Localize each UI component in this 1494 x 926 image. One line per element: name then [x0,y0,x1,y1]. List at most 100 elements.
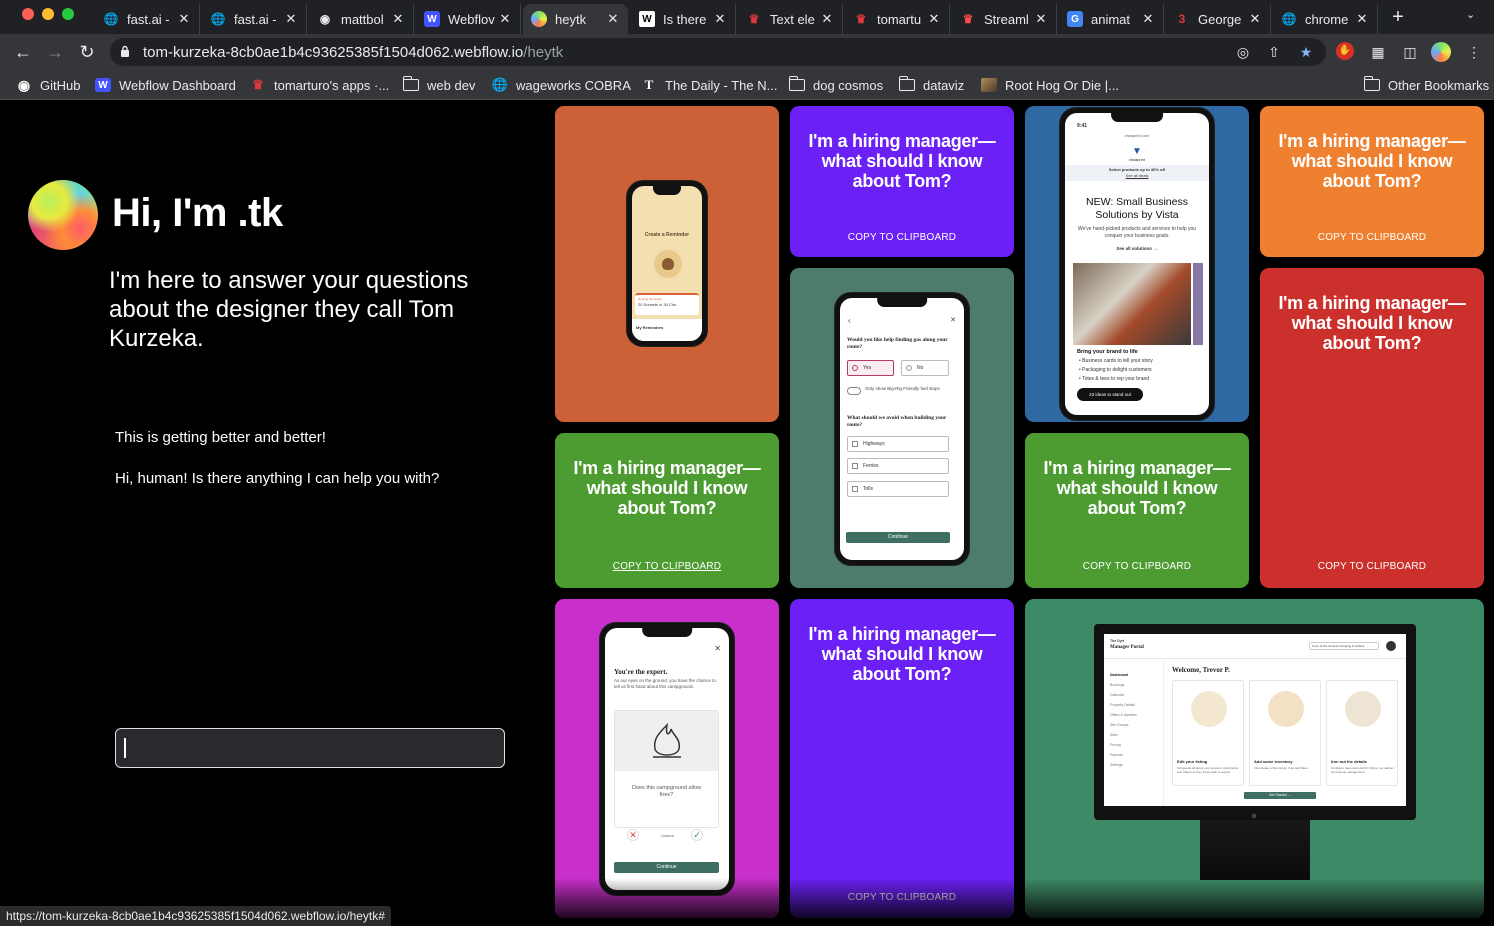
vista-see-all-link[interactable]: See all solutions → [1065,246,1209,251]
address-bar[interactable]: tom-kurzeka-8cb0ae1b4c93625385f1504d062.… [110,38,1326,66]
window-minimize-button[interactable] [42,8,54,20]
close-tab-icon[interactable]: ✕ [1141,11,1155,27]
onboarding-tile[interactable]: Edit your listing Tell guests all about … [1172,680,1244,786]
browser-tab[interactable]: heytk ✕ [523,4,628,34]
portal-nav-item[interactable]: Dashboard [1110,673,1128,677]
kebab-menu-icon[interactable]: ⋮ [1464,42,1484,62]
browser-tab[interactable]: W Webflov ✕ [416,4,521,34]
prompt-card[interactable]: I'm a hiring manager— what should I know… [790,599,1014,918]
yes-radio[interactable]: Yes [847,360,894,376]
portal-nav-item[interactable]: Pricing [1110,743,1121,747]
browser-tab[interactable]: 🌐 fast.ai - ✕ [95,4,200,34]
browser-tab[interactable]: Ganimat ✕ [1059,4,1164,34]
portal-nav-item[interactable]: Site Groups [1110,723,1128,727]
campground-continue-button[interactable]: Continue [614,862,719,873]
other-bookmarks[interactable]: Other Bookmarks [1363,76,1489,94]
project-card-manager-portal[interactable]: The Dyrt Manager Portal Cove of the Soun… [1025,599,1484,918]
close-tab-icon[interactable]: ✕ [498,11,512,27]
prompt-card[interactable]: I'm a hiring manager— what should I know… [1260,106,1484,257]
copy-to-clipboard-link[interactable]: COPY TO CLIPBOARD [1260,561,1484,572]
bookmark-item[interactable]: web dev [402,76,475,94]
portal-nav-item[interactable]: Calendar [1110,693,1124,697]
browser-tab[interactable]: 🌐 fast.ai - ✕ [202,4,307,34]
question-input[interactable] [115,728,505,768]
close-tab-icon[interactable]: ✕ [820,11,834,27]
portal-nav-item[interactable]: Settings [1110,763,1123,767]
browser-tab[interactable]: ♛ tomartu ✕ [845,4,950,34]
reload-icon[interactable]: ↻ [75,40,99,64]
close-tab-icon[interactable]: ✕ [177,11,191,27]
browser-tab[interactable]: ♛ Streaml ✕ [952,4,1057,34]
browser-tab[interactable]: ◉ mattbol ✕ [309,4,414,34]
prompt-card[interactable]: I'm a hiring manager— what should I know… [555,433,779,588]
browser-tab[interactable]: 3 George ✕ [1166,4,1271,34]
eye-slash-icon[interactable]: ◎ [1234,43,1252,61]
portal-nav-item[interactable]: Payouts [1110,753,1123,757]
share-icon[interactable]: ⇧ [1265,43,1283,61]
prompt-card[interactable]: I'm a hiring manager— what should I know… [1025,433,1249,588]
close-tab-icon[interactable]: ✕ [927,11,941,27]
close-tab-icon[interactable]: ✕ [391,11,405,27]
project-card-route[interactable]: ‹ ✕ Would you like help finding gas alon… [790,268,1014,588]
extension-hand-icon[interactable]: ✋ [1336,42,1354,60]
bookmark-item[interactable]: 🌐 wageworks COBRA [492,76,631,94]
portal-nav-item[interactable]: Sites [1110,733,1118,737]
close-icon[interactable]: ✕ [950,316,956,324]
prompt-card[interactable]: I'm a hiring manager— what should I know… [1260,268,1484,588]
window-maximize-button[interactable] [62,8,74,20]
get-started-button[interactable]: Get Started → [1244,792,1316,799]
bookmark-item[interactable]: ◉ GitHub [16,76,81,94]
copy-to-clipboard-link[interactable]: COPY TO CLIPBOARD [1260,232,1484,243]
avoid-checkbox[interactable]: Highways [847,436,949,452]
route-continue-button[interactable]: Continue [846,532,950,543]
close-tab-icon[interactable]: ✕ [713,11,727,27]
browser-tab[interactable]: ♛ Text ele ✕ [738,4,843,34]
no-x-icon[interactable]: ✕ [627,829,639,841]
bookmark-item[interactable]: dog cosmos [788,76,883,94]
vista-promo-link[interactable]: See all deals [1065,173,1209,178]
unsure-option[interactable]: Unsure [661,833,674,838]
onboarding-tile[interactable]: Add some inventory First create a Site G… [1249,680,1321,786]
avoid-checkbox[interactable]: Ferries [847,458,949,474]
bookmark-item[interactable]: Root Hog Or Die |... [981,76,1119,94]
close-tab-icon[interactable]: ✕ [1034,11,1048,27]
no-radio[interactable]: No [901,360,949,376]
project-card-vistaprint[interactable]: 9:41 vistaprint.com ▼ vistaprint Select … [1025,106,1249,422]
tab-search-icon[interactable]: ⌄ [1466,8,1482,26]
close-tab-icon[interactable]: ✕ [1248,11,1262,27]
user-avatar[interactable] [1386,641,1396,651]
prompt-card[interactable]: I'm a hiring manager— what should I know… [790,106,1014,257]
project-card-campground[interactable]: ✕ You're the expert. As our eyes on the … [555,599,779,918]
back-arrow-icon[interactable]: ← [11,40,35,64]
profile-avatar-icon[interactable] [1431,42,1451,62]
browser-tab[interactable]: 🌐 chrome ✕ [1273,4,1378,34]
property-select[interactable]: Cove of the Sounds Camping & Cabins [1309,642,1379,650]
bigrig-toggle[interactable] [847,387,861,395]
forward-arrow-icon[interactable]: → [43,40,67,64]
side-panel-icon[interactable]: ◫ [1400,42,1420,62]
bookmark-item[interactable]: ♛ tomarturo's apps ·... [250,76,389,94]
browser-tab[interactable]: W Is there ✕ [631,4,736,34]
onboarding-tile[interactable]: Iron out the details Configure rates and… [1326,680,1398,786]
project-card-reminders[interactable]: Create a Reminder Hosting Reminder 20 Su… [555,106,779,422]
bookmark-item[interactable]: dataviz [898,76,964,94]
close-tab-icon[interactable]: ✕ [1355,11,1369,27]
portal-nav-item[interactable]: Bookings [1110,683,1124,687]
copy-to-clipboard-link[interactable]: COPY TO CLIPBOARD [1025,561,1249,572]
close-tab-icon[interactable]: ✕ [606,11,620,27]
new-tab-button[interactable]: + [1388,6,1408,28]
window-close-button[interactable] [22,8,34,20]
close-tab-icon[interactable]: ✕ [284,11,298,27]
portal-nav-item[interactable]: Offers & Updates [1110,713,1137,717]
bookmark-item[interactable]: W Webflow Dashboard [95,76,236,94]
extensions-puzzle-icon[interactable]: ▦ [1368,42,1388,62]
bookmark-item[interactable]: T The Daily - The N... [641,76,778,94]
close-icon[interactable]: ✕ [714,644,721,653]
copy-to-clipboard-link[interactable]: COPY TO CLIPBOARD [790,232,1014,243]
bookmark-star-icon[interactable]: ★ [1297,43,1315,61]
vista-cta-button[interactable]: 23 ideas to stand out [1077,388,1143,401]
copy-to-clipboard-link[interactable]: COPY TO CLIPBOARD [555,561,779,572]
yes-check-icon[interactable]: ✓ [691,829,703,841]
avoid-checkbox[interactable]: Tolls [847,481,949,497]
portal-nav-item[interactable]: Property Details [1110,703,1135,707]
